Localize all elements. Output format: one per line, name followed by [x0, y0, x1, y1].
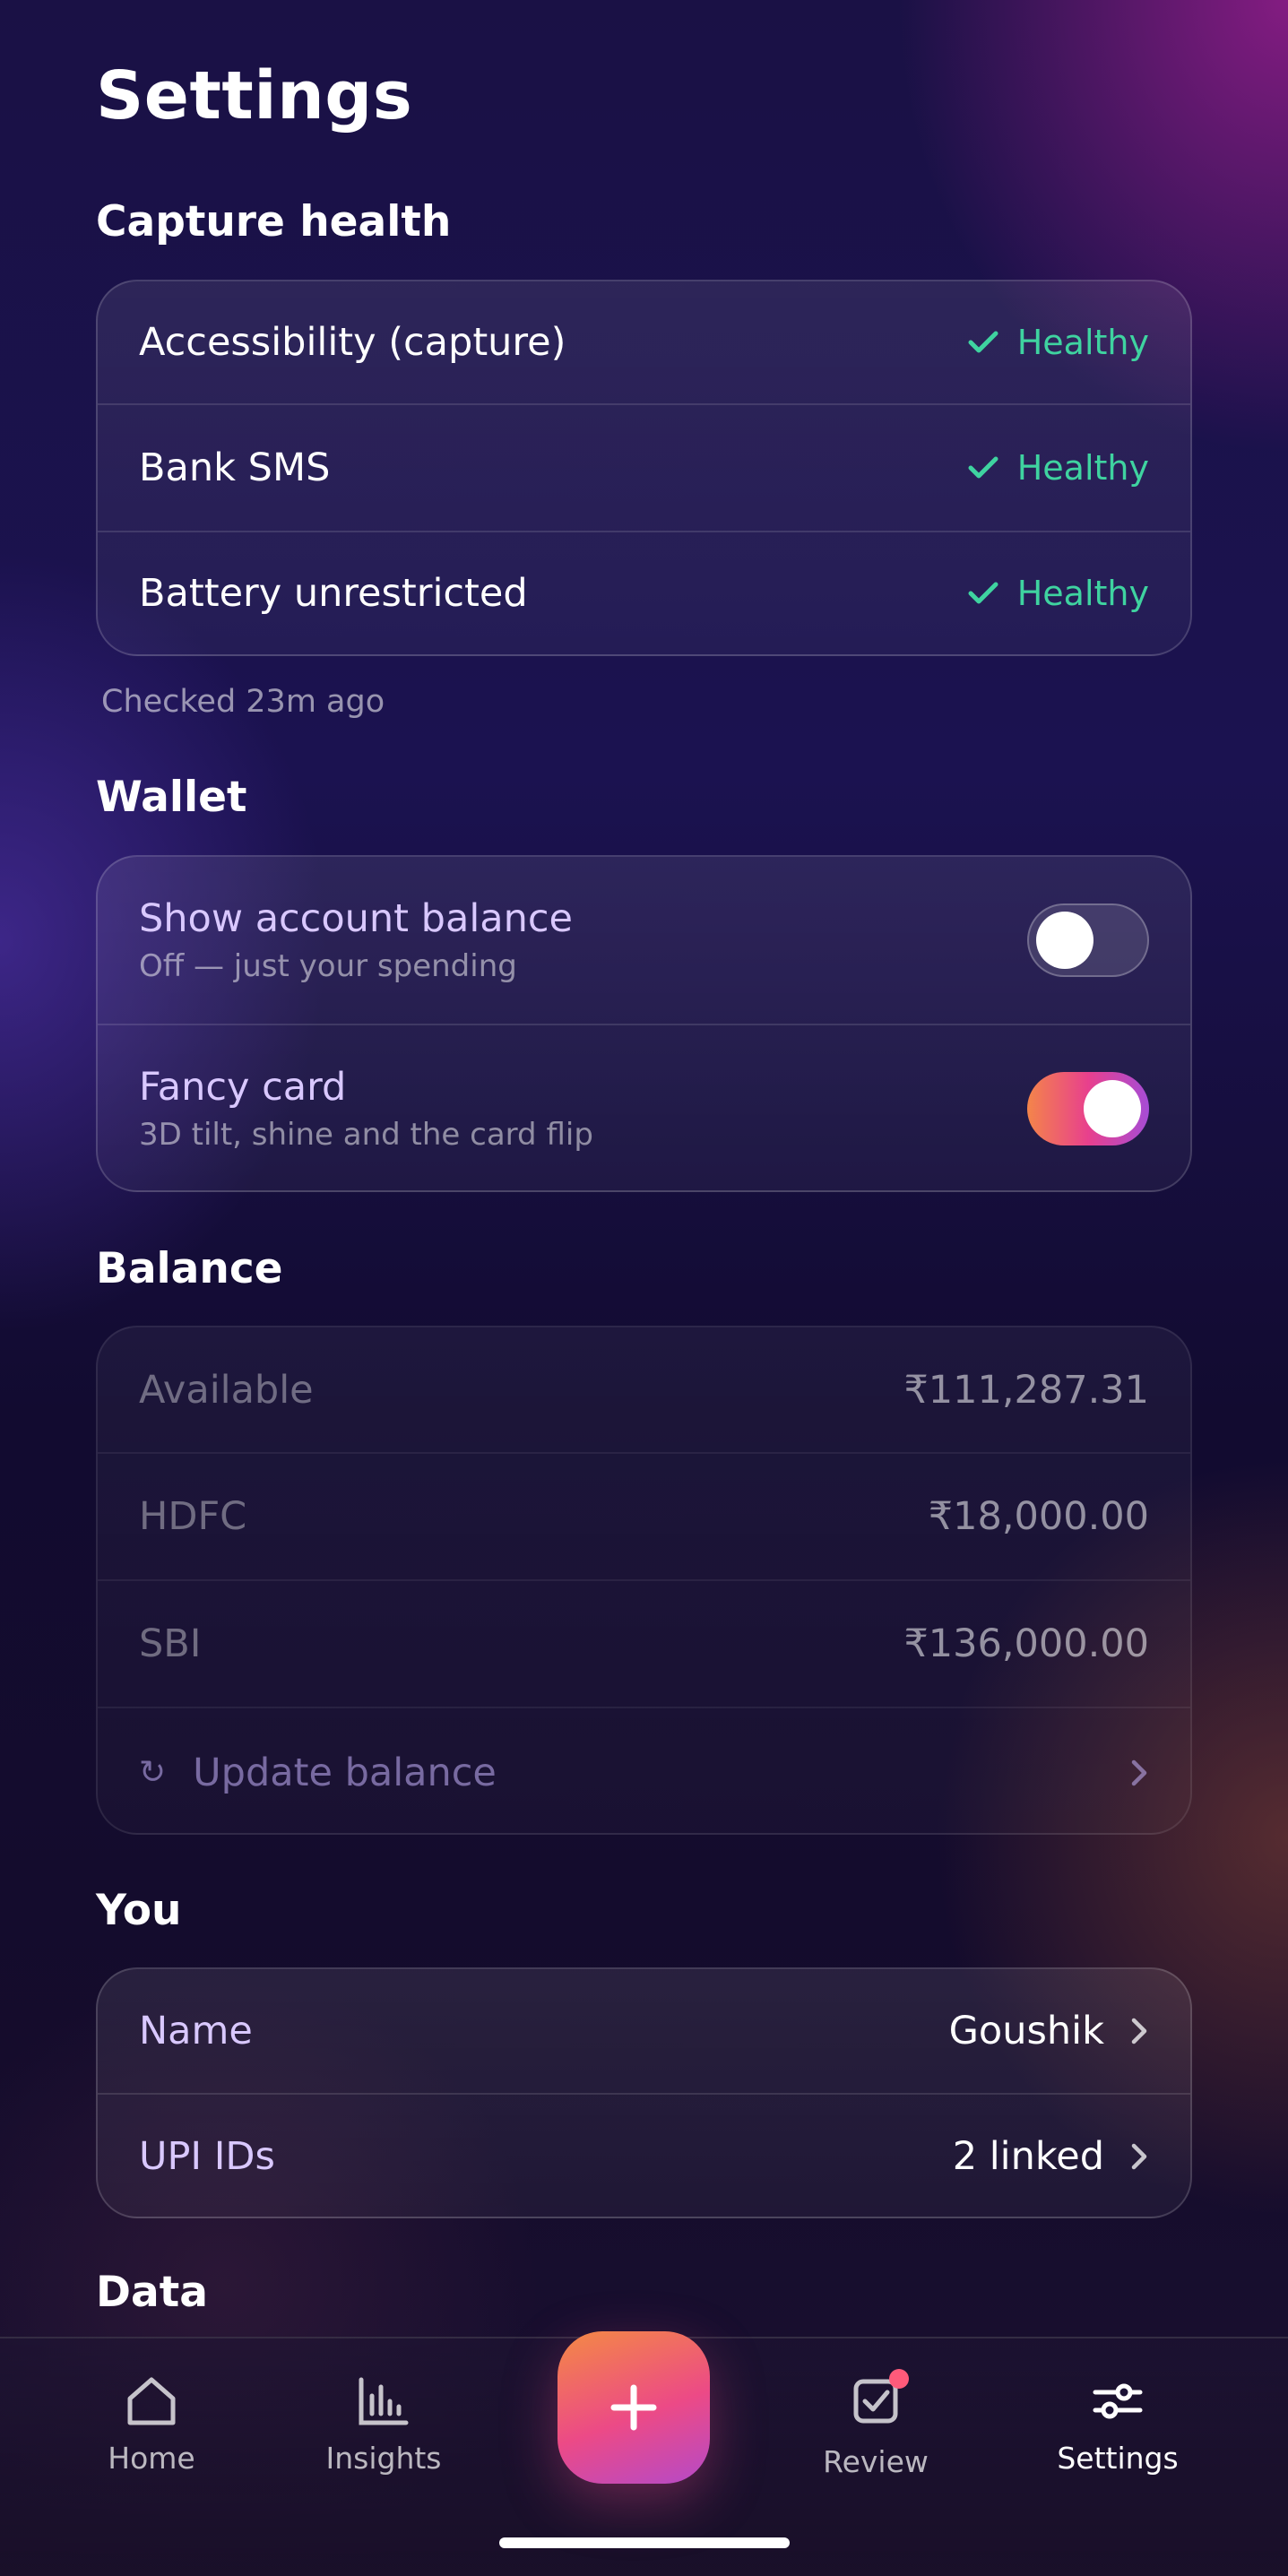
- toggle-knob: [1084, 1080, 1141, 1137]
- fancy-card-toggle[interactable]: [1027, 1072, 1149, 1145]
- chevron-right-icon: [1131, 1759, 1147, 1785]
- status-badge: Healthy: [967, 574, 1149, 613]
- show-balance-text: Show account balance Off — just your spe…: [139, 896, 573, 984]
- nav-home[interactable]: Home: [62, 2374, 241, 2476]
- balance-amount: ₹136,000.00: [903, 1621, 1149, 1666]
- notification-dot: [889, 2369, 909, 2389]
- update-balance-row[interactable]: ↻ Update balance: [98, 1708, 1190, 1833]
- capture-health-card: Accessibility (capture) Healthy Bank SMS…: [96, 280, 1192, 656]
- balance-row-available: Available ₹111,287.31: [98, 1327, 1190, 1454]
- wallet-title: Wallet: [96, 773, 247, 822]
- capture-health-title: Capture health: [96, 197, 452, 246]
- balance-row-hdfc: HDFC ₹18,000.00: [98, 1454, 1190, 1581]
- home-indicator[interactable]: [499, 2537, 790, 2548]
- show-balance-toggle[interactable]: [1027, 903, 1149, 977]
- upi-ids-row[interactable]: UPI IDs 2 linked: [98, 2095, 1190, 2217]
- data-title: Data: [96, 2268, 208, 2317]
- check-icon: [968, 456, 998, 479]
- status-text: Healthy: [1016, 323, 1149, 362]
- balance-card: Available ₹111,287.31 HDFC ₹18,000.00 SB…: [96, 1326, 1192, 1835]
- add-button[interactable]: [558, 2331, 710, 2484]
- nav-review[interactable]: Review: [786, 2369, 965, 2479]
- status-text: Healthy: [1016, 448, 1149, 488]
- fancy-card-text: Fancy card 3D tilt, shine and the card f…: [139, 1065, 593, 1153]
- capture-row-label: Battery unrestricted: [139, 571, 528, 616]
- check-icon: [968, 582, 998, 604]
- refresh-icon: ↻: [139, 1754, 167, 1791]
- nav-settings[interactable]: Settings: [1028, 2374, 1207, 2476]
- last-checked-note: Checked 23m ago: [101, 684, 385, 720]
- nav-label: Home: [108, 2441, 195, 2476]
- balance-label: HDFC: [139, 1494, 247, 1539]
- you-title: You: [96, 1886, 182, 1935]
- plus-icon: [610, 2384, 657, 2431]
- capture-row-battery[interactable]: Battery unrestricted Healthy: [98, 532, 1190, 654]
- nav-label: Insights: [325, 2441, 442, 2476]
- upi-ids-label: UPI IDs: [139, 2134, 275, 2179]
- nav-insights[interactable]: Insights: [294, 2374, 473, 2476]
- page-title: Settings: [96, 57, 413, 134]
- capture-row-label: Bank SMS: [139, 445, 331, 490]
- balance-label: SBI: [139, 1621, 202, 1666]
- update-balance-label: Update balance: [193, 1750, 497, 1795]
- you-card: Name Goushik UPI IDs 2 linked: [96, 1967, 1192, 2218]
- name-row[interactable]: Name Goushik: [98, 1969, 1190, 2095]
- show-balance-row[interactable]: Show account balance Off — just your spe…: [98, 857, 1190, 1025]
- fancy-card-row[interactable]: Fancy card 3D tilt, shine and the card f…: [98, 1025, 1190, 1190]
- home-icon: [127, 2377, 176, 2425]
- nav-label: Settings: [1057, 2441, 1179, 2476]
- chevron-right-icon: [1131, 2143, 1147, 2170]
- wallet-card: Show account balance Off — just your spe…: [96, 855, 1192, 1192]
- nav-label: Review: [823, 2444, 929, 2479]
- chevron-right-icon: [1131, 2018, 1147, 2044]
- upi-ids-value: 2 linked: [952, 2134, 1104, 2179]
- status-text: Healthy: [1016, 574, 1149, 613]
- balance-row-sbi: SBI ₹136,000.00: [98, 1581, 1190, 1708]
- status-badge: Healthy: [967, 323, 1149, 362]
- check-icon: [968, 331, 998, 353]
- bar-chart-icon: [359, 2377, 409, 2425]
- toggle-knob: [1036, 912, 1094, 969]
- balance-label: Available: [139, 1367, 314, 1413]
- show-balance-sub: Off — just your spending: [139, 948, 517, 984]
- name-label: Name: [139, 2009, 253, 2053]
- balance-title: Balance: [96, 1244, 283, 1293]
- review-icon-wrap: [848, 2369, 909, 2432]
- capture-row-accessibility[interactable]: Accessibility (capture) Healthy: [98, 281, 1190, 405]
- capture-row-label: Accessibility (capture): [139, 320, 566, 365]
- fancy-card-label: Fancy card: [139, 1065, 347, 1110]
- balance-amount: ₹111,287.31: [903, 1367, 1149, 1413]
- sliders-icon: [1093, 2383, 1143, 2419]
- fancy-card-sub: 3D tilt, shine and the card flip: [139, 1117, 593, 1153]
- capture-row-bank-sms[interactable]: Bank SMS Healthy: [98, 405, 1190, 532]
- name-value: Goushik: [948, 2009, 1104, 2053]
- status-badge: Healthy: [967, 448, 1149, 488]
- show-balance-label: Show account balance: [139, 896, 573, 941]
- balance-amount: ₹18,000.00: [928, 1494, 1149, 1539]
